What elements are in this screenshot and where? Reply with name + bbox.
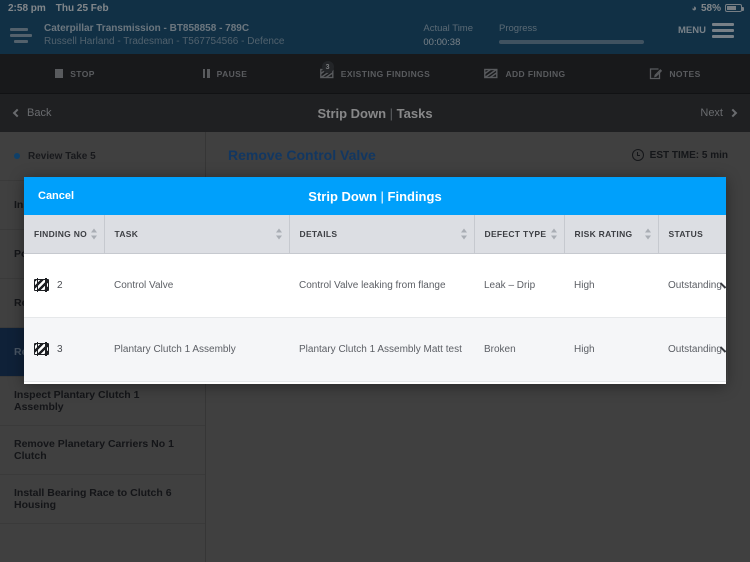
column-header-details[interactable]: DETAILS — [289, 215, 475, 254]
cell-finding-no: 3 — [24, 317, 104, 382]
column-header-task[interactable]: TASK — [104, 215, 290, 254]
column-header-status[interactable]: STATUS — [658, 215, 726, 254]
finding-no-value: 2 — [57, 279, 63, 291]
hazard-icon — [34, 277, 49, 292]
cell-risk-rating: High — [564, 253, 658, 318]
findings-table-head: FINDING NO TASK DETAILS DEFECT TYPE RISK… — [24, 215, 726, 254]
cell-defect-type: Leak – Drip — [474, 253, 564, 318]
column-label: STATUS — [668, 228, 704, 239]
sort-arrows-icon[interactable] — [644, 228, 651, 240]
table-row[interactable]: 2 Control Valve Control Valve leaking fr… — [24, 253, 726, 318]
sort-arrows-icon[interactable] — [90, 228, 97, 240]
column-header-defect-type[interactable]: DEFECT TYPE — [474, 215, 565, 254]
findings-modal-title-sub: Findings — [387, 188, 442, 204]
cell-status: Outstanding — [658, 317, 726, 382]
app-root: 2:58 pm Thu 25 Feb ◕ 58% Caterpillar Tra… — [0, 0, 750, 562]
cell-details: Control Valve leaking from flange — [289, 253, 474, 318]
finding-no-value: 3 — [57, 343, 63, 355]
findings-modal-title: Strip Down | Findings — [24, 189, 726, 204]
cell-risk-rating: High — [564, 317, 658, 382]
column-header-risk-rating[interactable]: RISK RATING — [564, 215, 659, 254]
cell-finding-no: 2 — [24, 253, 104, 318]
status-value: Outstanding — [668, 279, 722, 291]
cell-defect-type: Broken — [474, 317, 564, 382]
findings-modal-title-main: Strip Down — [308, 188, 377, 204]
sort-arrows-icon[interactable] — [460, 228, 467, 240]
cell-task: Control Valve — [104, 253, 289, 318]
column-label: DETAILS — [299, 228, 338, 239]
findings-modal-title-sep: | — [376, 188, 388, 204]
findings-table-body: 2 Control Valve Control Valve leaking fr… — [24, 253, 726, 382]
sort-arrows-icon[interactable] — [550, 228, 557, 240]
status-value: Outstanding — [668, 343, 722, 355]
cell-task: Plantary Clutch 1 Assembly — [104, 317, 289, 382]
column-label: DEFECT TYPE — [484, 228, 547, 239]
findings-modal: Cancel Strip Down | Findings FINDING NO … — [24, 177, 726, 384]
table-row[interactable]: 3 Plantary Clutch 1 Assembly Plantary Cl… — [24, 317, 726, 382]
column-label: FINDING NO — [34, 228, 88, 239]
findings-table: FINDING NO TASK DETAILS DEFECT TYPE RISK… — [24, 215, 726, 382]
column-header-finding-no[interactable]: FINDING NO — [24, 215, 105, 254]
column-label: TASK — [114, 228, 139, 239]
cancel-button[interactable]: Cancel — [38, 190, 74, 202]
cell-status: Outstanding — [658, 253, 726, 318]
column-label: RISK RATING — [574, 228, 633, 239]
findings-modal-header: Cancel Strip Down | Findings — [24, 177, 726, 215]
cell-details: Plantary Clutch 1 Assembly Matt test — [289, 317, 474, 382]
findings-header-row: FINDING NO TASK DETAILS DEFECT TYPE RISK… — [24, 215, 726, 254]
sort-arrows-icon[interactable] — [275, 228, 282, 240]
hazard-icon — [34, 341, 49, 356]
